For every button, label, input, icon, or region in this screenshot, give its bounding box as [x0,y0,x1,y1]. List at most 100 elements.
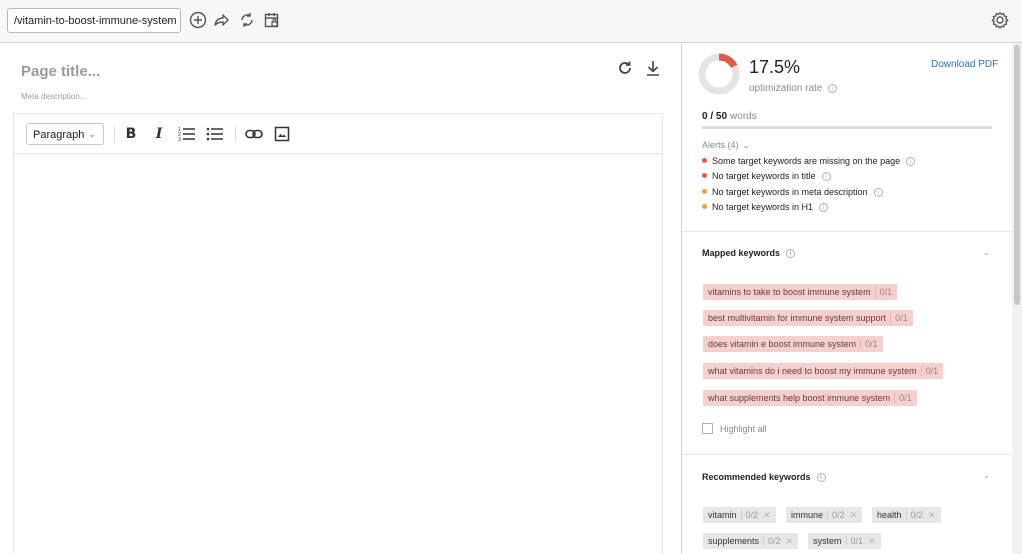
checkbox[interactable] [702,423,713,435]
highlight-all-checkbox[interactable]: Highlight all [702,423,767,435]
alert-dot [702,158,707,164]
bold-button[interactable]: B [121,124,141,144]
recommended-keyword-tag[interactable]: system 0/1 ✕ [808,533,881,549]
keyword-text: vitamins to take to boost immune system [708,287,871,297]
section-divider [682,231,1012,232]
recommended-keywords-title: Recommended keywords i [702,472,826,483]
mapped-keywords-title: Mapped keywords i [702,248,796,259]
keyword-count: 0/2 [827,510,845,520]
refresh-icon[interactable] [616,59,636,79]
mapped-keyword-tag[interactable]: vitamins to take to boost immune system 0… [703,284,898,300]
url-select-value: /vitamin-to-boost-immune-system [14,15,177,27]
keyword-count: 0/1 [860,339,878,349]
word-count: 0 / 50 words [702,111,757,122]
url-select[interactable]: /vitamin-to-boost-immune-system ⌄ [7,8,181,33]
paragraph-format-value: Paragraph [33,129,85,141]
settings-gear-icon[interactable] [990,10,1010,30]
recommended-keyword-tag[interactable]: vitamin 0/2 ✕ [703,507,776,523]
keyword-text: does vitamin e boost immune system [708,339,857,349]
info-icon[interactable]: i [821,172,831,182]
info-icon[interactable]: i [816,473,826,483]
recommended-keyword-tag[interactable]: immune 0/2 ✕ [786,507,863,523]
close-icon[interactable]: ✕ [850,510,858,520]
alerts-header: Alerts (4) [702,140,739,150]
chevron-down-icon[interactable]: ⌄ [983,471,990,480]
close-icon[interactable]: ✕ [763,510,771,520]
rich-text-editor[interactable]: Paragraph ⌄ B I 123 [13,113,663,554]
optimization-rate-label: optimization rate i [749,83,838,94]
alerts-toggle[interactable]: Alerts (4) ⌄ [702,140,749,150]
info-icon[interactable]: i [786,249,796,259]
calendar-lock-icon[interactable] [262,10,282,30]
keyword-count: 0/1 [845,536,864,546]
keyword-text: supplements [708,536,760,546]
sidebar-scrollbar[interactable] [1012,43,1022,554]
keyword-count: 0/2 [905,510,924,520]
keyword-count: 0/2 [740,510,759,520]
alert-dot [702,173,707,179]
share-icon[interactable] [211,10,231,30]
keyword-count: 0/1 [874,287,893,297]
optimization-rate-label-text: optimization rate [749,83,823,94]
paragraph-format-select[interactable]: Paragraph ⌄ [26,123,104,145]
download-icon[interactable] [644,59,664,79]
close-icon[interactable]: ✕ [868,536,876,546]
optimization-rate-ring [698,53,740,95]
info-icon[interactable]: i [906,157,916,167]
editor-toolbar: Paragraph ⌄ B I 123 [14,114,662,154]
bullet-list-icon[interactable] [205,124,225,144]
image-icon[interactable] [272,124,292,144]
meta-description-input[interactable]: Meta description... [21,92,86,101]
alert-dot [702,204,707,210]
keyword-text: health [877,510,902,520]
keyword-text: vitamin [708,510,737,520]
word-count-value: 0 / 50 [702,111,728,122]
highlight-all-label: Highlight all [720,424,767,434]
close-icon[interactable]: ✕ [786,536,794,546]
keyword-count: 0/1 [920,366,939,376]
close-icon[interactable]: ✕ [928,510,936,520]
keyword-text: what supplements help boost immune syste… [708,393,891,403]
recommended-keyword-tag[interactable]: supplements 0/2 ✕ [703,533,799,549]
word-count-unit: words [730,111,757,122]
recommended-keyword-tag[interactable]: health 0/2 ✕ [872,507,941,523]
toolbar-divider [235,126,236,142]
mapped-keyword-tag[interactable]: best multivitamin for immune system supp… [703,310,913,326]
keyword-count: 0/1 [890,313,908,323]
keyword-count: 0/2 [763,536,781,546]
keyword-count: 0/1 [894,393,912,403]
editor-pane: Page title... Meta description... Paragr… [0,43,681,554]
alert-text: No target keywords in title [712,171,816,181]
mapped-keyword-tag[interactable]: what vitamins do i need to boost my immu… [703,363,944,379]
chevron-down-icon: ⌄ [164,15,172,25]
info-icon[interactable]: i [819,203,829,213]
alert-item: Some target keywords are missing on the … [702,156,916,167]
info-icon[interactable]: i [873,188,883,198]
download-pdf-link[interactable]: Download PDF [931,59,998,70]
section-divider [682,454,1012,455]
alert-text: No target keywords in H1 [712,202,814,212]
chevron-down-icon[interactable]: ⌄ [983,248,990,257]
ordered-list-icon[interactable]: 123 [177,124,197,144]
mapped-keywords-title-text: Mapped keywords [702,248,781,258]
scrollbar-thumb[interactable] [1014,45,1020,305]
chevron-down-icon: ⌄ [742,141,750,150]
link-icon[interactable] [244,124,264,144]
alert-text: No target keywords in meta description [712,187,868,197]
keyword-text: immune [791,510,824,520]
sync-icon[interactable] [237,10,257,30]
add-circle-icon[interactable] [188,10,208,30]
toolbar-divider [114,126,115,142]
mapped-keyword-tag[interactable]: does vitamin e boost immune system 0/1 [703,336,883,352]
page-title-input[interactable]: Page title... [21,63,100,80]
italic-button[interactable]: I [149,124,169,144]
recommended-keywords-title-text: Recommended keywords [702,472,811,482]
alert-dot [702,189,707,195]
info-icon[interactable]: i [828,83,838,93]
alert-item: No target keywords in meta description i [702,187,883,198]
mapped-keyword-tag[interactable]: what supplements help boost immune syste… [703,390,917,406]
svg-text:3: 3 [178,137,181,142]
alert-item: No target keywords in H1 i [702,202,829,213]
keyword-text: best multivitamin for immune system supp… [708,313,887,323]
top-toolbar: /vitamin-to-boost-immune-system ⌄ [0,0,1022,43]
